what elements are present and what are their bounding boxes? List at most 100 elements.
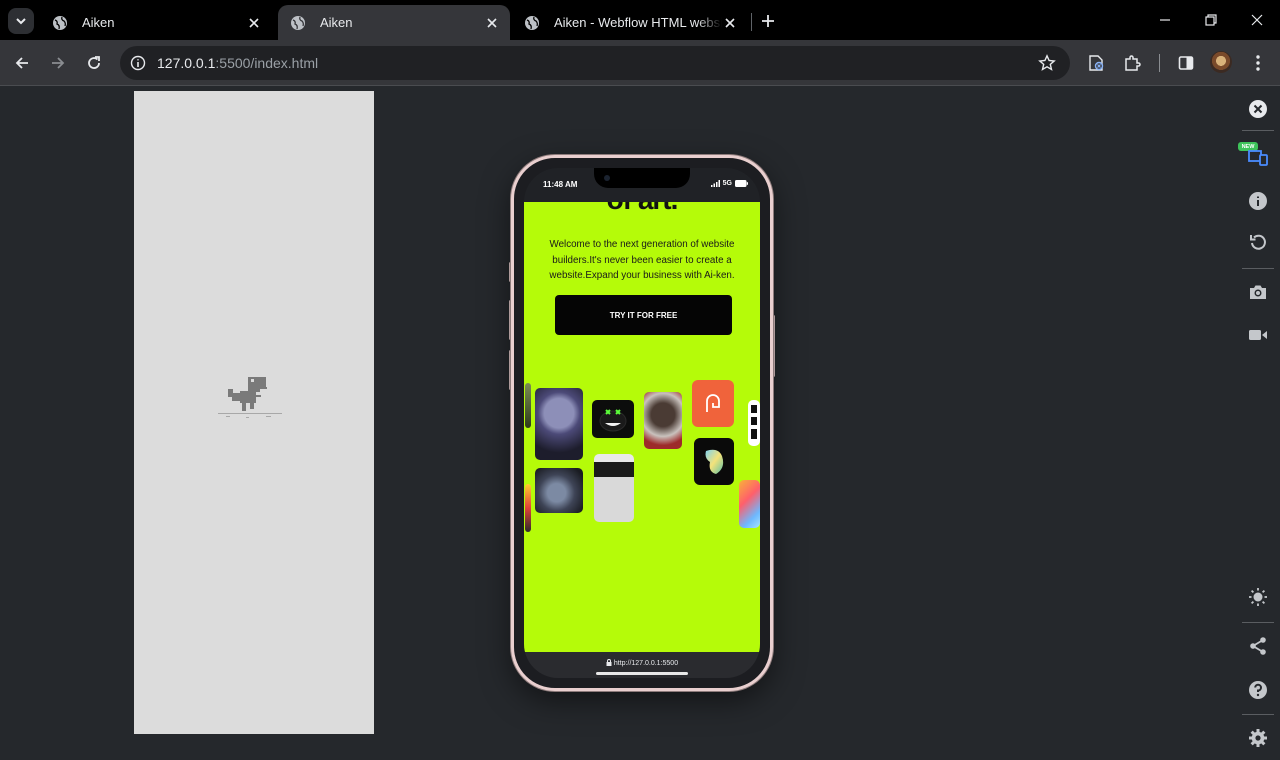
collage-image bbox=[594, 454, 634, 522]
hero-description: Welcome to the next generation of websit… bbox=[549, 239, 735, 281]
collage-app-icon bbox=[694, 438, 734, 485]
address-bar[interactable]: 127.0.0.1:5500/index.html bbox=[120, 46, 1070, 80]
gradient-blob-icon bbox=[705, 449, 724, 474]
home-indicator bbox=[596, 672, 688, 675]
camera-dot bbox=[604, 175, 610, 181]
tab-title: Aiken bbox=[82, 15, 115, 30]
collage-image bbox=[644, 392, 682, 449]
theme-toggle-button[interactable] bbox=[1248, 587, 1268, 607]
record-button[interactable] bbox=[1248, 325, 1268, 345]
settings-button[interactable] bbox=[1248, 728, 1268, 748]
sun-icon bbox=[1249, 588, 1267, 606]
tab-aiken-2[interactable]: Aiken bbox=[278, 5, 510, 40]
tab-divider bbox=[751, 13, 752, 31]
side-panel-icon bbox=[1178, 56, 1194, 70]
close-circle-icon bbox=[1249, 100, 1267, 118]
url-path: :5500/index.html bbox=[215, 55, 319, 71]
chrome-menu-button[interactable] bbox=[1247, 52, 1269, 74]
puzzle-icon bbox=[1125, 55, 1141, 71]
offline-frame bbox=[134, 91, 374, 734]
forward-button[interactable] bbox=[47, 52, 69, 74]
collage-image bbox=[592, 400, 634, 438]
reload-icon bbox=[88, 56, 100, 69]
dinosaur-icon bbox=[218, 377, 282, 418]
help-button[interactable] bbox=[1248, 680, 1268, 700]
restore-button[interactable] bbox=[1201, 10, 1221, 30]
camera-icon bbox=[1250, 285, 1266, 299]
tab-aiken-webflow[interactable]: Aiken - Webflow HTML website bbox=[512, 5, 748, 40]
phone-device-frame: 11:48 AM 5G of art. Welcome to the next … bbox=[511, 155, 773, 691]
toolbar-divider bbox=[1159, 54, 1160, 72]
devices-icon bbox=[1248, 150, 1268, 166]
rail-divider bbox=[1242, 130, 1274, 131]
phone-notch bbox=[594, 168, 690, 188]
tab-strip: Aiken Aiken Aiken - Webflow HTML website bbox=[0, 0, 1280, 40]
tab-search-button[interactable] bbox=[8, 8, 34, 34]
rotate-icon bbox=[1250, 234, 1266, 250]
tab-close-icon[interactable] bbox=[246, 15, 262, 31]
tab-aiken-1[interactable]: Aiken bbox=[40, 5, 272, 40]
profile-avatar[interactable] bbox=[1210, 51, 1232, 73]
monster-face-icon bbox=[599, 409, 627, 432]
battery-icon bbox=[735, 180, 748, 187]
globe-icon bbox=[291, 15, 305, 30]
tab-title: Aiken bbox=[320, 15, 353, 30]
network-label: 5G bbox=[722, 180, 732, 187]
minimize-icon bbox=[1160, 19, 1170, 21]
share-icon bbox=[1250, 637, 1266, 655]
chevron-down-icon bbox=[16, 18, 26, 25]
typography-icon bbox=[751, 405, 757, 439]
minimize-button[interactable] bbox=[1155, 10, 1175, 30]
app-logo-icon bbox=[706, 393, 720, 412]
url-host: 127.0.0.1 bbox=[157, 55, 216, 71]
info-button[interactable] bbox=[1248, 191, 1268, 211]
try-free-button[interactable]: TRY IT FOR FREE bbox=[555, 295, 732, 335]
arrow-left-icon bbox=[15, 57, 28, 69]
extensions-button[interactable] bbox=[1121, 52, 1143, 74]
extension-page-button[interactable] bbox=[1085, 52, 1107, 74]
info-icon bbox=[1249, 192, 1267, 210]
arrow-right-icon bbox=[52, 57, 65, 69]
status-time: 11:48 AM bbox=[543, 180, 578, 189]
globe-icon bbox=[525, 15, 539, 30]
help-icon bbox=[1249, 681, 1267, 699]
close-icon bbox=[1251, 14, 1263, 26]
status-icons: 5G bbox=[710, 180, 748, 187]
collage-image bbox=[525, 484, 531, 532]
page-extension-icon bbox=[1089, 55, 1104, 71]
screenshot-button[interactable] bbox=[1248, 282, 1268, 302]
rotate-button[interactable] bbox=[1248, 232, 1268, 252]
reload-button[interactable] bbox=[83, 52, 105, 74]
star-icon[interactable] bbox=[1038, 54, 1056, 72]
site-info-icon[interactable] bbox=[128, 53, 148, 73]
globe-icon bbox=[53, 15, 67, 30]
phone-screen: 11:48 AM 5G of art. Welcome to the next … bbox=[524, 168, 760, 678]
rail-divider bbox=[1242, 268, 1274, 269]
webpage-viewport: of art. Welcome to the next generation o… bbox=[524, 202, 760, 652]
mobile-url[interactable]: http://127.0.0.1:5500 bbox=[524, 659, 760, 667]
rail-divider bbox=[1242, 622, 1274, 623]
signal-icon bbox=[710, 180, 720, 187]
collage-image bbox=[525, 383, 531, 428]
devices-button[interactable] bbox=[1248, 147, 1268, 167]
side-panel-button[interactable] bbox=[1175, 52, 1197, 74]
url-text[interactable]: 127.0.0.1:5500/index.html bbox=[157, 55, 318, 71]
tab-close-icon[interactable] bbox=[722, 15, 738, 31]
collage-image bbox=[535, 388, 583, 460]
close-emulator-button[interactable] bbox=[1248, 99, 1268, 119]
gear-icon bbox=[1249, 729, 1267, 747]
collage-app-icon bbox=[692, 380, 734, 427]
back-button[interactable] bbox=[11, 52, 33, 74]
plus-icon bbox=[762, 15, 774, 27]
share-button[interactable] bbox=[1248, 636, 1268, 656]
hero-headline: of art. bbox=[524, 202, 760, 216]
collage-image bbox=[739, 480, 760, 528]
mobile-url-text: http://127.0.0.1:5500 bbox=[613, 660, 679, 667]
more-vert-icon bbox=[1256, 55, 1260, 71]
new-tab-button[interactable] bbox=[758, 11, 778, 31]
tab-close-icon[interactable] bbox=[484, 15, 500, 31]
browser-toolbar: 127.0.0.1:5500/index.html bbox=[0, 40, 1280, 86]
close-window-button[interactable] bbox=[1247, 10, 1267, 30]
video-camera-icon bbox=[1249, 330, 1267, 340]
rail-divider bbox=[1242, 714, 1274, 715]
